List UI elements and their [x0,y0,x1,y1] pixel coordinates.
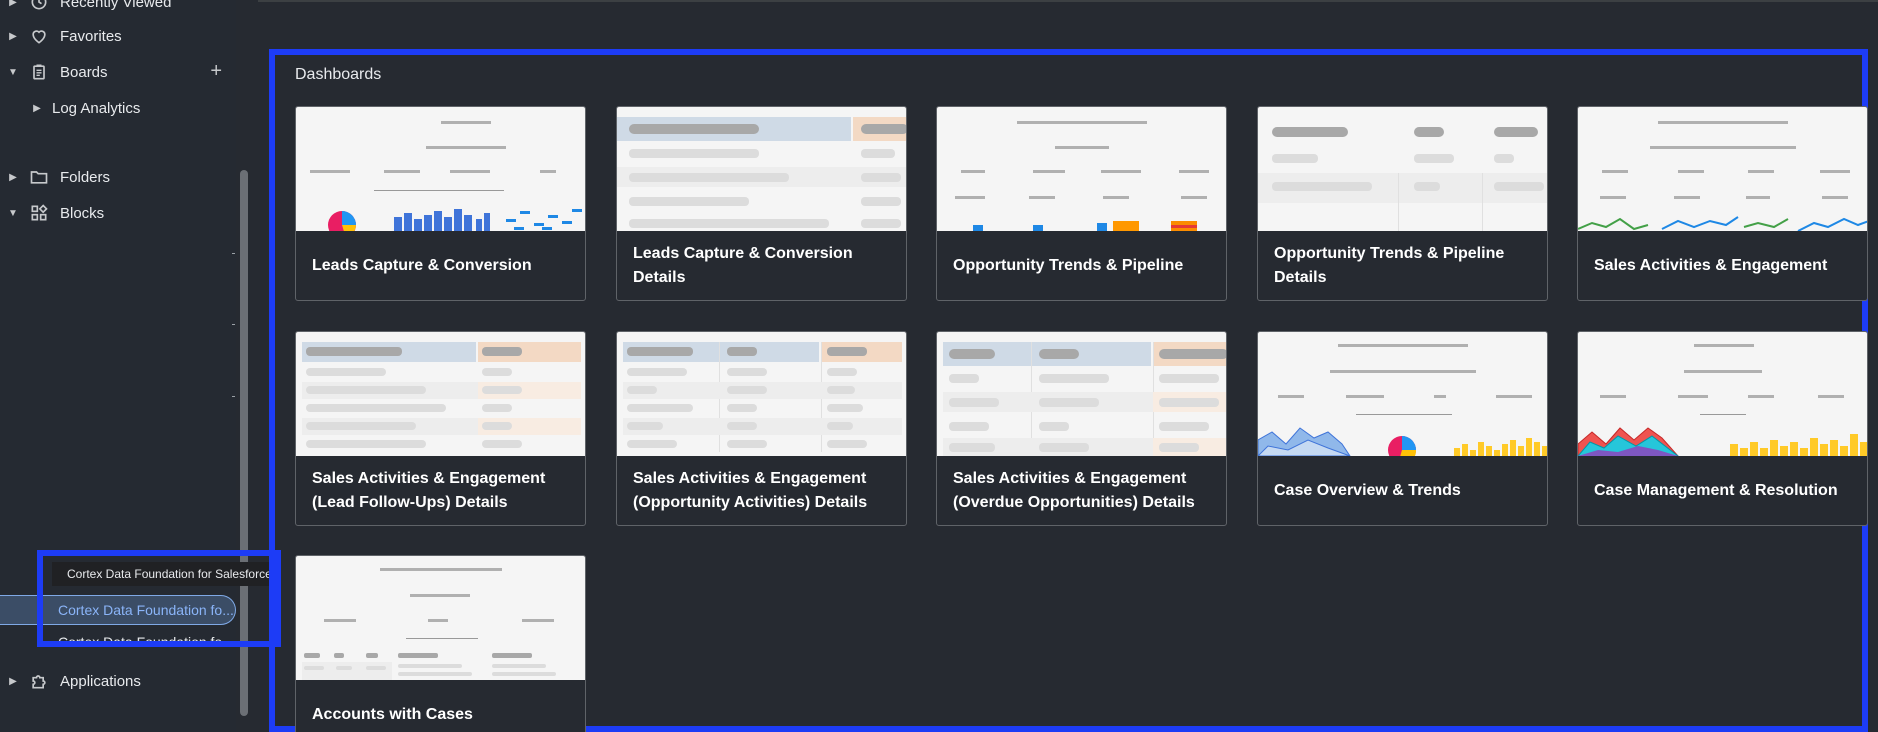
dashboard-card-label: Sales Activities & Engagement [1594,256,1828,274]
dashboard-thumbnail [1578,332,1867,456]
puzzle-icon [28,670,50,692]
nav-label: Folders [60,168,111,186]
dashboard-card-label: Case Overview & Trends [1274,481,1461,499]
blocks-icon [28,202,50,224]
nav-blocks[interactable]: ▼ Blocks [0,198,236,228]
dashboard-card[interactable]: Opportunity Trends & Pipeline [936,106,1227,301]
dashboard-thumbnail [296,107,585,231]
dashboard-thumbnail [1578,107,1867,231]
nav-label: Blocks [60,204,105,222]
dashboard-card[interactable]: Sales Activities & Engagement (Opportuni… [616,331,907,526]
clock-icon [28,0,50,13]
dashboard-thumbnail [296,556,585,680]
dashboard-thumbnail [296,332,585,456]
nav-favorites[interactable]: ▶ Favorites [0,21,236,51]
highlight-box-sidebar [37,550,281,647]
tree-tick [232,396,235,397]
nav-label: Boards [60,63,108,81]
dashboard-thumbnail [617,332,906,456]
nav-log-analytics[interactable]: ▶ Log Analytics [0,93,236,123]
dashboard-card-label: Sales Activities & Engagement (Overdue O… [953,469,1195,511]
dashboard-card[interactable]: Sales Activities & Engagement (Overdue O… [936,331,1227,526]
tree-tick [232,253,235,254]
caret-right-icon[interactable]: ▶ [30,101,44,115]
heart-icon [28,25,50,47]
dashboard-card-label: Accounts with Cases [312,705,473,723]
add-board-icon[interactable]: + [210,61,222,81]
page-title: Dashboards [295,66,382,83]
dashboard-card[interactable]: Case Management & Resolution [1577,331,1868,526]
nav-label: Recently Viewed [60,0,172,11]
dashboard-card[interactable]: Sales Activities & Engagement [1577,106,1868,301]
nav-label: Favorites [60,27,122,45]
dashboard-card-label: Leads Capture & Conversion [312,256,532,274]
dashboard-card-label: Sales Activities & Engagement (Opportuni… [633,469,868,511]
caret-right-icon[interactable]: ▶ [6,0,20,9]
caret-right-icon[interactable]: ▶ [6,29,20,43]
dashboard-card-label: Opportunity Trends & Pipeline Details [1274,244,1505,286]
dashboard-card-label: Case Management & Resolution [1594,481,1838,499]
dashboard-card[interactable]: Case Overview & Trends [1257,331,1548,526]
dashboard-thumbnail [617,107,906,231]
dashboard-card[interactable]: Sales Activities & Engagement (Lead Foll… [295,331,586,526]
tree-tick [232,324,235,325]
dashboard-card-label: Opportunity Trends & Pipeline [953,256,1184,274]
dashboard-thumbnail [1258,107,1547,231]
nav-boards[interactable]: ▼ Boards + [0,57,236,87]
caret-down-icon[interactable]: ▼ [6,206,20,220]
caret-right-icon[interactable]: ▶ [6,674,20,688]
dashboard-thumbnail [1258,332,1547,456]
clipboard-icon [28,61,50,83]
nav-applications[interactable]: ▶ Applications [0,666,236,696]
caret-right-icon[interactable]: ▶ [6,170,20,184]
caret-down-icon[interactable]: ▼ [6,65,20,79]
nav-recently-viewed[interactable]: ▶ Recently Viewed [0,0,236,17]
dashboard-card[interactable]: Opportunity Trends & Pipeline Details [1257,106,1548,301]
dashboard-card-label: Leads Capture & Conversion Details [633,244,853,286]
dashboard-card[interactable]: Leads Capture & Conversion [295,106,586,301]
dashboard-thumbnail [937,107,1226,231]
dashboard-card-label: Sales Activities & Engagement (Lead Foll… [312,469,546,511]
nav-label: Applications [60,672,141,690]
top-divider [258,0,1878,2]
dashboard-card[interactable]: Accounts with Cases [295,555,586,732]
nav-label: Log Analytics [52,99,141,117]
dashboard-card[interactable]: Leads Capture & Conversion Details [616,106,907,301]
folder-icon [28,166,50,188]
nav-folders[interactable]: ▶ Folders [0,162,236,192]
dashboard-thumbnail [937,332,1226,456]
